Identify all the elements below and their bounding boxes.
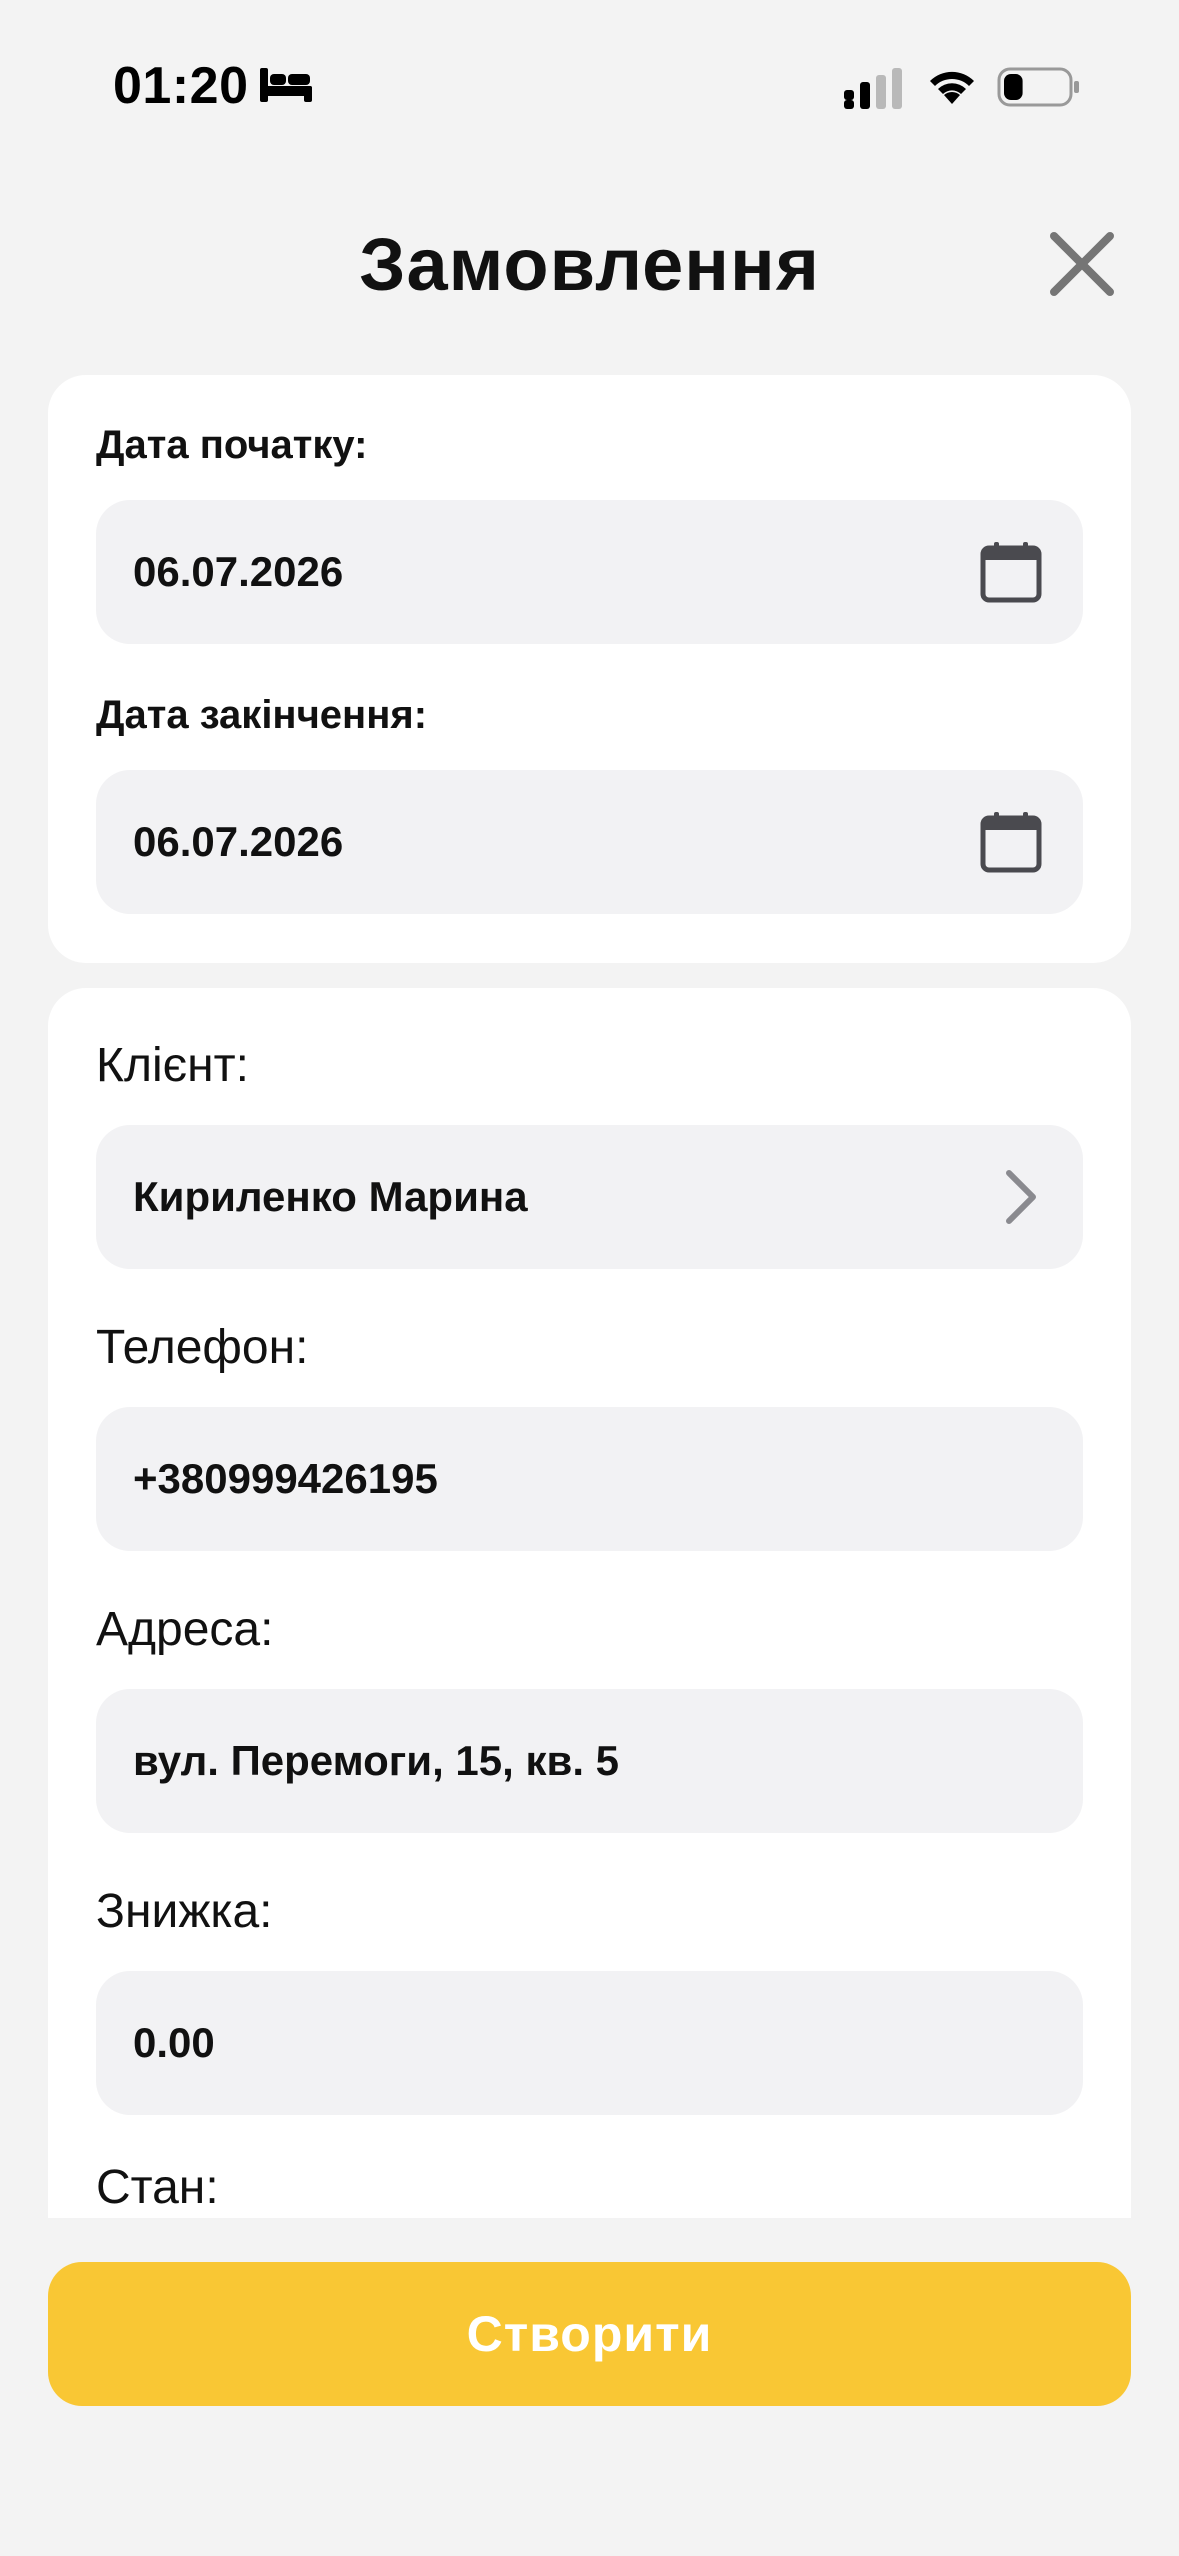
phone-value: +380999426195	[133, 1455, 438, 1502]
end-date-value: 06.07.2026	[133, 818, 344, 865]
address-label: Адреса:	[96, 1603, 274, 1656]
cellular-signal-icon	[844, 68, 902, 109]
start-date-value: 06.07.2026	[133, 548, 344, 595]
dates-card: Дата початку: 06.07.2026 Дата закінчення…	[48, 375, 1131, 963]
page-title: Замовлення	[359, 223, 820, 306]
battery-icon	[997, 67, 1079, 107]
address-field[interactable]: вул. Перемоги, 15, кв. 5	[96, 1689, 1083, 1833]
status-time: 01:20	[113, 57, 249, 115]
address-value: вул. Перемоги, 15, кв. 5	[133, 1737, 620, 1784]
calendar-icon[interactable]	[979, 540, 1043, 604]
bed-icon	[260, 68, 312, 102]
discount-field[interactable]: 0.00	[96, 1971, 1083, 2115]
end-date-field[interactable]: 06.07.2026	[96, 770, 1083, 914]
discount-value: 0.00	[133, 2019, 215, 2066]
start-date-label: Дата початку:	[96, 423, 368, 467]
client-select[interactable]: Кириленко Марина	[96, 1125, 1083, 1269]
phone-label: Телефон:	[96, 1321, 309, 1374]
phone-field[interactable]: +380999426195	[96, 1407, 1083, 1551]
discount-label: Знижка:	[96, 1885, 273, 1938]
end-date-label: Дата закінчення:	[96, 693, 428, 737]
client-label: Клієнт:	[96, 1039, 249, 1092]
state-label: Стан:	[96, 2161, 219, 2214]
client-card: Клієнт: Кириленко Марина Телефон: +38099…	[48, 988, 1131, 2218]
start-date-field[interactable]: 06.07.2026	[96, 500, 1083, 644]
order-screen: 01:20 Замовлення Дата початку: 06.07.202…	[0, 0, 1179, 2556]
create-button[interactable]: Створити	[48, 2262, 1131, 2406]
calendar-icon[interactable]	[979, 810, 1043, 874]
chevron-right-icon	[1006, 1170, 1036, 1224]
wifi-icon	[930, 71, 974, 104]
client-value: Кириленко Марина	[133, 1173, 528, 1220]
close-icon[interactable]	[1048, 230, 1116, 298]
